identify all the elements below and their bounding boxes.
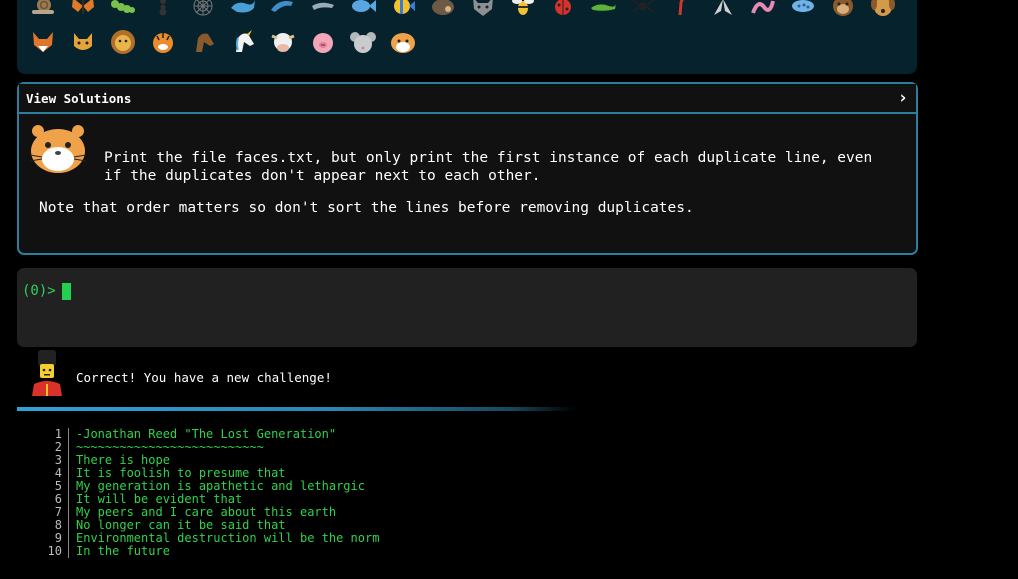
lizard-icon[interactable]	[583, 0, 623, 24]
chevron-right-icon[interactable]: ›	[898, 88, 908, 108]
solutions-panel: View Solutions › Print the file faces.tx…	[17, 82, 918, 255]
spider-icon[interactable]	[623, 0, 663, 24]
lion-icon[interactable]	[103, 24, 143, 60]
terminal-cursor	[62, 283, 71, 300]
whale-icon[interactable]	[223, 0, 263, 24]
dolphin-icon[interactable]	[263, 0, 303, 24]
pig-icon[interactable]	[303, 24, 343, 60]
bee-icon[interactable]	[503, 0, 543, 24]
ant-icon[interactable]	[143, 0, 183, 24]
fish-icon[interactable]	[343, 0, 383, 24]
hamster-icon[interactable]	[383, 24, 423, 60]
terminal-input[interactable]: (0)>	[17, 268, 917, 347]
terminal-prompt: (0)>	[22, 283, 56, 299]
progress-bar	[17, 407, 917, 411]
scorpion-icon[interactable]	[663, 0, 703, 24]
tropical-fish-icon[interactable]	[383, 0, 423, 24]
emoji-grid-panel	[17, 0, 917, 74]
cow-icon[interactable]	[263, 24, 303, 60]
butterfly-icon[interactable]	[63, 0, 103, 24]
hedgehog-icon[interactable]	[423, 0, 463, 24]
emoji-row-2	[23, 24, 423, 64]
progress-fill	[17, 407, 917, 411]
file-line: 10 In the future	[40, 545, 640, 558]
microbe-icon[interactable]	[783, 0, 823, 24]
hamster-avatar-icon	[28, 123, 88, 179]
fly-icon[interactable]	[703, 0, 743, 24]
worm-icon[interactable]	[743, 0, 783, 24]
solutions-title[interactable]: View Solutions	[26, 91, 131, 106]
mouse-icon[interactable]	[343, 24, 383, 60]
challenge-instruction: Print the file faces.txt, but only print…	[104, 150, 873, 184]
line-number: 10	[40, 545, 69, 558]
wolf-icon[interactable]	[463, 0, 503, 24]
horse-icon[interactable]	[183, 24, 223, 60]
challenge-description: Print the file faces.txt, but only print…	[19, 114, 916, 253]
ladybug-icon[interactable]	[543, 0, 583, 24]
monkey-icon[interactable]	[823, 0, 863, 24]
caterpillar-icon[interactable]	[103, 0, 143, 24]
spider-web-icon[interactable]	[183, 0, 223, 24]
challenge-note: Note that order matters so don't sort th…	[39, 200, 694, 216]
solutions-header[interactable]: View Solutions ›	[19, 84, 916, 114]
feedback-message: Correct! You have a new challenge!	[76, 370, 332, 385]
dog-icon[interactable]	[863, 0, 903, 24]
file-listing: 1 -Jonathan Reed "The Lost Generation" 2 ~~…	[40, 428, 640, 558]
line-text: In the future	[76, 544, 170, 558]
snail-icon[interactable]	[23, 0, 63, 24]
cat-icon[interactable]	[63, 24, 103, 60]
guard-icon	[30, 350, 64, 402]
tiger-icon[interactable]	[143, 24, 183, 60]
fox-icon[interactable]	[23, 24, 63, 60]
unicorn-icon[interactable]	[223, 24, 263, 60]
dolphin-2-icon[interactable]	[303, 0, 343, 24]
